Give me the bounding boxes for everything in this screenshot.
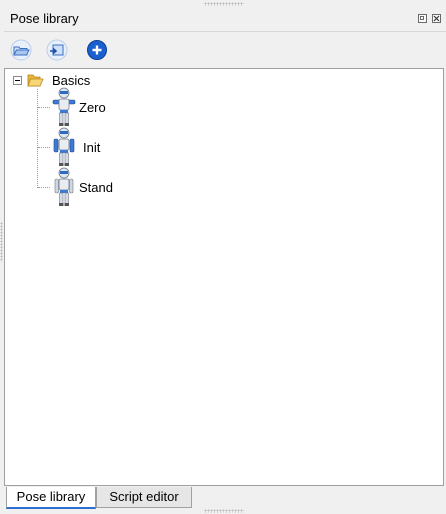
close-icon[interactable] — [432, 14, 441, 23]
panel-titlebar: Pose library — [4, 7, 446, 32]
pose-library-panel: Pose library Basics Zero Init Stand Pose… — [4, 7, 446, 510]
tab-bar: Pose library Script editor — [4, 487, 446, 510]
tab-script-editor[interactable]: Script editor — [96, 487, 192, 508]
dock-grip-top[interactable] — [204, 2, 244, 6]
tree-pose-label-init[interactable]: Init — [83, 140, 100, 155]
toolbar — [4, 33, 446, 67]
tree-connector — [38, 107, 50, 108]
tree-pose-label-stand[interactable]: Stand — [79, 180, 113, 195]
robot-pose-icon — [52, 167, 76, 210]
pose-tree[interactable]: Basics Zero Init Stand — [4, 68, 444, 486]
tree-connector — [38, 187, 50, 188]
dock-grip-left[interactable] — [0, 222, 3, 262]
tree-pose-label-zero[interactable]: Zero — [79, 100, 106, 115]
open-folder-icon[interactable] — [10, 39, 32, 61]
tab-pose-library[interactable]: Pose library — [6, 487, 96, 509]
add-icon[interactable] — [86, 39, 108, 61]
robot-pose-icon — [52, 87, 76, 130]
collapse-toggle-icon[interactable] — [13, 76, 22, 85]
folder-icon — [27, 72, 45, 91]
dock-grip-bottom[interactable] — [204, 509, 244, 513]
import-icon[interactable] — [46, 39, 68, 61]
float-icon[interactable] — [418, 14, 427, 23]
tree-connector — [38, 147, 50, 148]
robot-pose-icon — [51, 127, 77, 170]
panel-title: Pose library — [10, 11, 79, 26]
tree-folder-label[interactable]: Basics — [52, 73, 90, 88]
tree-connector — [37, 89, 38, 188]
